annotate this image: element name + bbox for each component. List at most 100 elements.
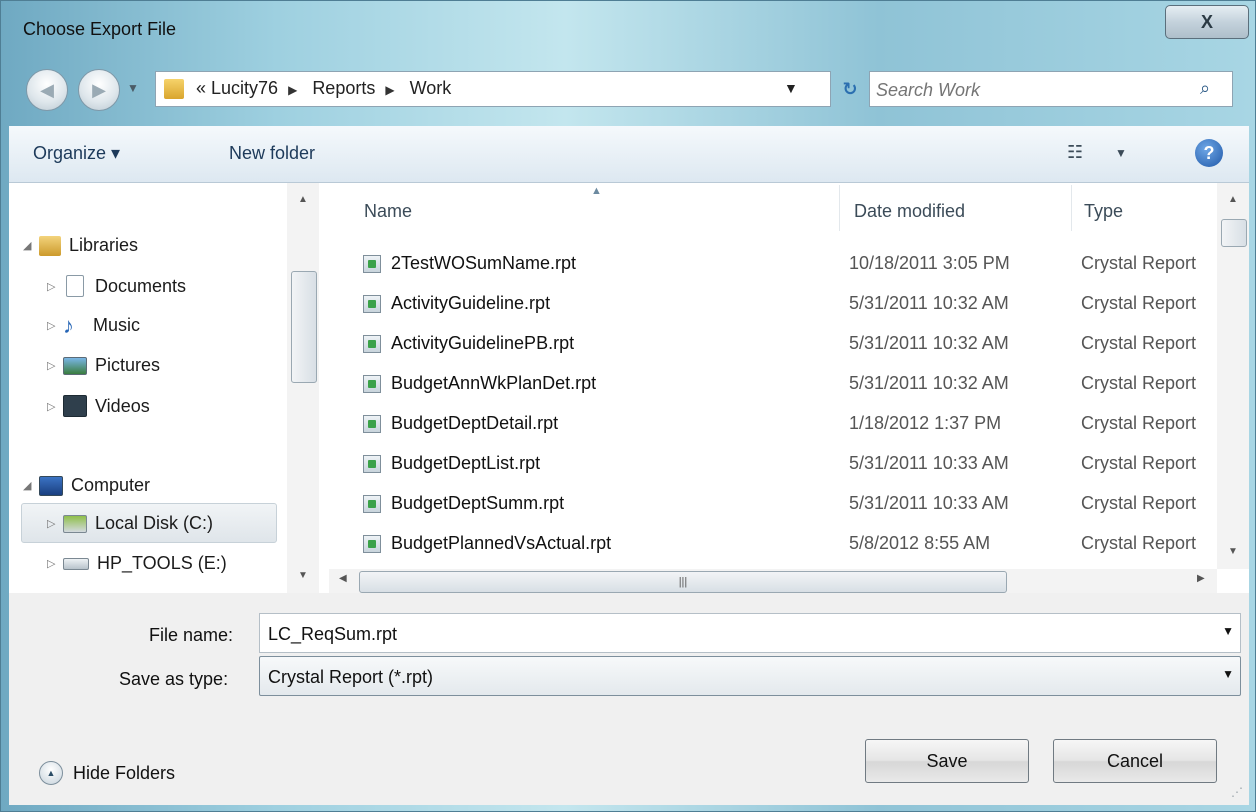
file-row[interactable]: BudgetDeptSumm.rpt 5/31/2011 10:33 AM Cr… xyxy=(359,485,1229,525)
videos-icon xyxy=(63,395,87,417)
view-options-icon[interactable]: ☷ xyxy=(1067,142,1083,163)
column-header-type[interactable]: Type xyxy=(1084,201,1123,222)
column-header-name[interactable]: Name xyxy=(364,201,412,222)
nav-scrollbar[interactable]: ▲ ▼ xyxy=(287,183,319,593)
nav-label: Computer xyxy=(71,475,151,495)
nav-item-videos[interactable]: ▷ Videos xyxy=(47,395,150,417)
resize-grip-icon[interactable]: ⋰ xyxy=(1231,785,1243,799)
breadcrumb-lucity76[interactable]: « Lucity76 xyxy=(196,78,278,98)
cancel-button[interactable]: Cancel xyxy=(1053,739,1217,783)
save-button[interactable]: Save xyxy=(865,739,1029,783)
nav-scroll-thumb[interactable] xyxy=(291,271,317,383)
file-type: Crystal Report xyxy=(1081,293,1197,313)
save-type-value: Crystal Report (*.rpt) xyxy=(268,667,434,687)
nav-item-libraries[interactable]: ◢ Libraries xyxy=(23,235,138,256)
breadcrumb-separator-icon[interactable]: ▶ xyxy=(385,83,394,97)
file-type: Crystal Report xyxy=(1081,493,1197,513)
file-row[interactable]: BudgetDeptDetail.rpt 1/18/2012 1:37 PM C… xyxy=(359,405,1229,445)
file-date: 5/31/2011 10:33 AM xyxy=(849,493,1009,513)
nav-item-pictures[interactable]: ▷ Pictures xyxy=(47,355,160,376)
collapse-icon[interactable]: ◢ xyxy=(23,239,39,252)
search-input[interactable] xyxy=(874,74,1188,106)
list-horizontal-scrollbar[interactable]: ◀ ||| ▶ xyxy=(329,569,1217,593)
new-folder-button[interactable]: New folder xyxy=(229,143,315,164)
file-row[interactable]: BudgetDeptList.rpt 5/31/2011 10:33 AM Cr… xyxy=(359,445,1229,485)
pictures-icon xyxy=(63,356,87,375)
scroll-up-icon[interactable]: ▲ xyxy=(1217,187,1249,211)
nav-item-hp-tools[interactable]: ▷ HP_TOOLS (E:) xyxy=(47,553,227,574)
file-date: 5/8/2012 8:55 AM xyxy=(849,533,991,553)
navigation-pane: ◢ Libraries ▷ Documents ▷ ♪ Music ▷ Pict… xyxy=(9,183,321,593)
file-name: BudgetPlannedVsActual.rpt xyxy=(391,533,612,553)
chevron-down-icon[interactable]: ▼ xyxy=(1222,624,1234,638)
documents-icon xyxy=(66,275,84,297)
nav-label: Music xyxy=(93,315,141,335)
help-icon[interactable]: ? xyxy=(1195,139,1223,167)
expand-icon[interactable]: ▷ xyxy=(47,319,63,332)
save-type-label: Save as type: xyxy=(119,669,229,689)
view-dropdown-icon[interactable]: ▼ xyxy=(1115,146,1127,160)
expand-icon[interactable]: ▷ xyxy=(47,400,63,413)
export-dialog: Choose Export File X ◀ ▶ ▼ « Lucity76 ▶ R… xyxy=(0,0,1256,812)
scroll-right-icon[interactable]: ▶ xyxy=(1197,573,1205,584)
save-type-select[interactable]: Crystal Report (*.rpt) ▼ xyxy=(259,656,1241,696)
file-date: 5/31/2011 10:32 AM xyxy=(849,373,1009,393)
drive-icon xyxy=(63,557,89,570)
breadcrumb-work[interactable]: Work xyxy=(410,78,452,98)
expand-icon[interactable]: ▷ xyxy=(47,359,63,372)
sort-ascending-icon: ▲ xyxy=(591,185,602,197)
file-name: ActivityGuidelinePB.rpt xyxy=(391,333,575,353)
folder-icon xyxy=(164,79,184,99)
address-bar[interactable]: « Lucity76 ▶ Reports ▶ Work ▼ xyxy=(155,71,831,107)
file-type: Crystal Report xyxy=(1081,253,1197,273)
nav-item-local-disk[interactable]: ▷ Local Disk (C:) xyxy=(47,513,213,534)
crystal-report-icon xyxy=(363,335,381,353)
forward-button[interactable]: ▶ xyxy=(78,69,120,111)
column-divider[interactable] xyxy=(839,185,840,231)
organize-menu[interactable]: Organize ▾ xyxy=(33,143,120,164)
hide-folders-toggle[interactable]: ▲ Hide Folders xyxy=(39,761,175,785)
list-vertical-scrollbar[interactable]: ▲ ▼ xyxy=(1217,183,1249,569)
file-name-input[interactable] xyxy=(266,618,1170,650)
crystal-report-icon xyxy=(363,255,381,273)
file-row[interactable]: ActivityGuideline.rpt 5/31/2011 10:32 AM… xyxy=(359,285,1229,325)
recent-locations-dropdown[interactable]: ▼ xyxy=(127,81,139,95)
expand-icon[interactable]: ▷ xyxy=(47,280,63,293)
collapse-icon[interactable]: ◢ xyxy=(23,479,39,492)
close-button[interactable]: X xyxy=(1165,5,1249,39)
nav-label: Local Disk (C:) xyxy=(95,513,214,533)
expand-icon[interactable]: ▷ xyxy=(47,517,63,530)
scroll-up-icon[interactable]: ▲ xyxy=(287,187,319,211)
scroll-down-icon[interactable]: ▼ xyxy=(1217,539,1249,563)
column-divider[interactable] xyxy=(1071,185,1072,231)
expand-icon[interactable]: ▷ xyxy=(47,557,63,570)
search-box[interactable]: ⌕ xyxy=(869,71,1233,107)
file-row[interactable]: BudgetAnnWkPlanDet.rpt 5/31/2011 10:32 A… xyxy=(359,365,1229,405)
local-disk-icon xyxy=(63,514,87,533)
back-button[interactable]: ◀ xyxy=(26,69,68,111)
breadcrumb-separator-icon[interactable]: ▶ xyxy=(288,83,297,97)
file-row[interactable]: 2TestWOSumName.rpt 10/18/2011 3:05 PM Cr… xyxy=(359,245,1229,285)
refresh-icon[interactable]: ↻ xyxy=(835,71,865,107)
scroll-left-icon[interactable]: ◀ xyxy=(339,573,347,584)
address-dropdown-icon[interactable]: ▼ xyxy=(784,80,798,96)
scroll-down-icon[interactable]: ▼ xyxy=(287,563,319,587)
chevron-down-icon[interactable]: ▼ xyxy=(1222,667,1234,681)
column-header-date[interactable]: Date modified xyxy=(854,201,965,222)
file-name-label: File name: xyxy=(149,625,234,645)
file-name: ActivityGuideline.rpt xyxy=(391,293,551,313)
file-row[interactable]: BudgetPlannedVsActual.rpt 5/8/2012 8:55 … xyxy=(359,525,1229,565)
file-row[interactable]: ActivityGuidelinePB.rpt 5/31/2011 10:32 … xyxy=(359,325,1229,365)
breadcrumb-reports[interactable]: Reports xyxy=(312,78,375,98)
nav-item-documents[interactable]: ▷ Documents xyxy=(47,275,186,297)
file-type: Crystal Report xyxy=(1081,373,1197,393)
file-name-combobox[interactable]: ▼ xyxy=(259,613,1241,653)
list-scroll-thumb[interactable] xyxy=(1221,219,1247,247)
search-icon[interactable]: ⌕ xyxy=(1200,78,1210,99)
horizontal-scroll-thumb[interactable]: ||| xyxy=(359,571,1007,593)
nav-item-music[interactable]: ▷ ♪ Music xyxy=(47,314,141,336)
crystal-report-icon xyxy=(363,415,381,433)
save-panel: File name: ▼ Save as type: Crystal Repor… xyxy=(9,593,1249,805)
dialog-title: Choose Export File xyxy=(23,19,177,39)
nav-item-computer[interactable]: ◢ Computer xyxy=(23,475,150,496)
